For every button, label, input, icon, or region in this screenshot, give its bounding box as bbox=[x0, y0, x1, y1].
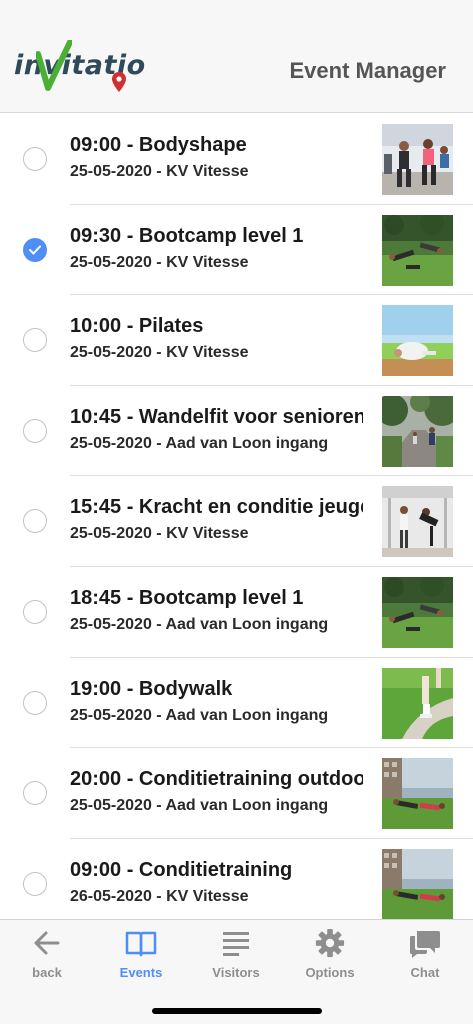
tab-chat[interactable]: Chat bbox=[385, 928, 465, 988]
event-date-location: 25-05-2020 - Aad van Loon ingang bbox=[70, 615, 329, 633]
invitatio-logo: invitatio bbox=[14, 40, 164, 96]
home-indicator[interactable] bbox=[152, 1008, 322, 1014]
arrow-left-icon bbox=[34, 931, 60, 955]
logo-checkmark-icon bbox=[36, 40, 72, 91]
event-title: 09:00 - Bodyshape bbox=[70, 134, 247, 156]
event-title: 09:30 - Bootcamp level 1 bbox=[70, 224, 304, 247]
event-date-location: 25-05-2020 - KV Vitesse bbox=[70, 525, 249, 543]
tab-label: Chat bbox=[410, 965, 440, 980]
event-row[interactable]: 10:45 - Wandelfit voor senioren 25-05-20… bbox=[0, 386, 473, 477]
checkmark-icon bbox=[29, 245, 41, 255]
event-select-radio[interactable] bbox=[23, 871, 47, 896]
app-header: invitatio Event Manager bbox=[0, 0, 473, 113]
event-select-radio[interactable] bbox=[23, 147, 47, 171]
event-thumbnail-indoor-fitness bbox=[382, 124, 453, 195]
book-icon bbox=[125, 931, 157, 957]
event-row[interactable]: 19:00 - Bodywalk 25-05-2020 - Aad van Lo… bbox=[0, 658, 473, 749]
event-manager-screen: invitatio Event Manager 09:00 - Bodyshap… bbox=[0, 0, 473, 1024]
event-thumbnail-outdoor-bootcamp bbox=[382, 576, 453, 648]
event-row[interactable]: 09:00 - Conditietraining 26-05-2020 - KV… bbox=[0, 839, 473, 919]
event-row[interactable]: 09:00 - Bodyshape 25-05-2020 - KV Vitess… bbox=[0, 114, 473, 205]
event-title: 19:00 - Bodywalk bbox=[70, 677, 233, 700]
event-title: 10:45 - Wandelfit voor senioren bbox=[70, 405, 363, 428]
event-thumbnail-outdoor-bootcamp bbox=[382, 214, 453, 286]
event-select-radio[interactable] bbox=[23, 509, 47, 534]
tab-back[interactable]: back bbox=[7, 928, 87, 988]
event-date-location: 25-05-2020 - Aad van Loon ingang bbox=[70, 797, 329, 815]
event-date-location: 25-05-2020 - KV Vitesse bbox=[70, 344, 249, 362]
tab-label: Visitors bbox=[212, 965, 260, 980]
event-thumbnail-pushups-by-water bbox=[382, 848, 453, 919]
event-title: 09:00 - Conditietraining bbox=[70, 858, 293, 881]
tab-label: Events bbox=[119, 965, 163, 980]
event-list: 09:00 - Bodyshape 25-05-2020 - KV Vitess… bbox=[0, 114, 473, 919]
event-select-radio-checked[interactable] bbox=[23, 237, 47, 262]
event-title: 10:00 - Pilates bbox=[70, 315, 204, 338]
gear-icon bbox=[315, 928, 345, 958]
event-select-radio[interactable] bbox=[23, 690, 47, 715]
event-row[interactable]: 18:45 - Bootcamp level 1 25-05-2020 - Aa… bbox=[0, 567, 473, 658]
event-date-location: 25-05-2020 - Aad van Loon ingang bbox=[70, 706, 329, 724]
event-title: 20:00 - Conditietraining outdoor bbox=[70, 768, 363, 791]
tab-label: Options bbox=[305, 965, 355, 980]
chat-bubbles-icon bbox=[410, 931, 440, 958]
event-date-location: 26-05-2020 - KV Vitesse bbox=[70, 887, 249, 905]
event-select-radio[interactable] bbox=[23, 418, 47, 443]
event-thumbnail-pushups-by-water bbox=[382, 758, 453, 830]
tab-visitors[interactable]: Visitors bbox=[196, 928, 276, 988]
event-row[interactable]: 10:00 - Pilates 25-05-2020 - KV Vitesse bbox=[0, 295, 473, 386]
tab-options[interactable]: Options bbox=[290, 928, 370, 988]
event-thumbnail-gym-training bbox=[382, 486, 453, 558]
event-title: 18:45 - Bootcamp level 1 bbox=[70, 586, 304, 609]
tab-events[interactable]: Events bbox=[101, 928, 181, 988]
event-select-radio[interactable] bbox=[23, 781, 47, 806]
event-row[interactable]: 09:30 - Bootcamp level 1 25-05-2020 - KV… bbox=[0, 205, 473, 296]
event-date-location: 25-05-2020 - KV Vitesse bbox=[70, 163, 249, 180]
event-date-location: 25-05-2020 - KV Vitesse bbox=[70, 253, 249, 271]
event-row[interactable]: 20:00 - Conditietraining outdoor 25-05-2… bbox=[0, 748, 473, 839]
page-title: Event Manager bbox=[289, 58, 447, 83]
event-select-radio[interactable] bbox=[23, 328, 47, 353]
event-title: 15:45 - Kracht en conditie jeugd bbox=[70, 496, 363, 519]
event-thumbnail-pilates bbox=[382, 305, 453, 377]
event-thumbnail-running-path bbox=[382, 667, 453, 739]
event-date-location: 25-05-2020 - Aad van Loon ingang bbox=[70, 434, 329, 452]
location-pin-icon bbox=[112, 72, 126, 92]
event-row[interactable]: 15:45 - Kracht en conditie jeugd 25-05-2… bbox=[0, 476, 473, 567]
event-thumbnail-walking-path bbox=[382, 395, 453, 467]
event-select-radio[interactable] bbox=[23, 599, 47, 624]
list-lines-icon bbox=[223, 932, 249, 956]
tab-label: back bbox=[32, 965, 62, 980]
